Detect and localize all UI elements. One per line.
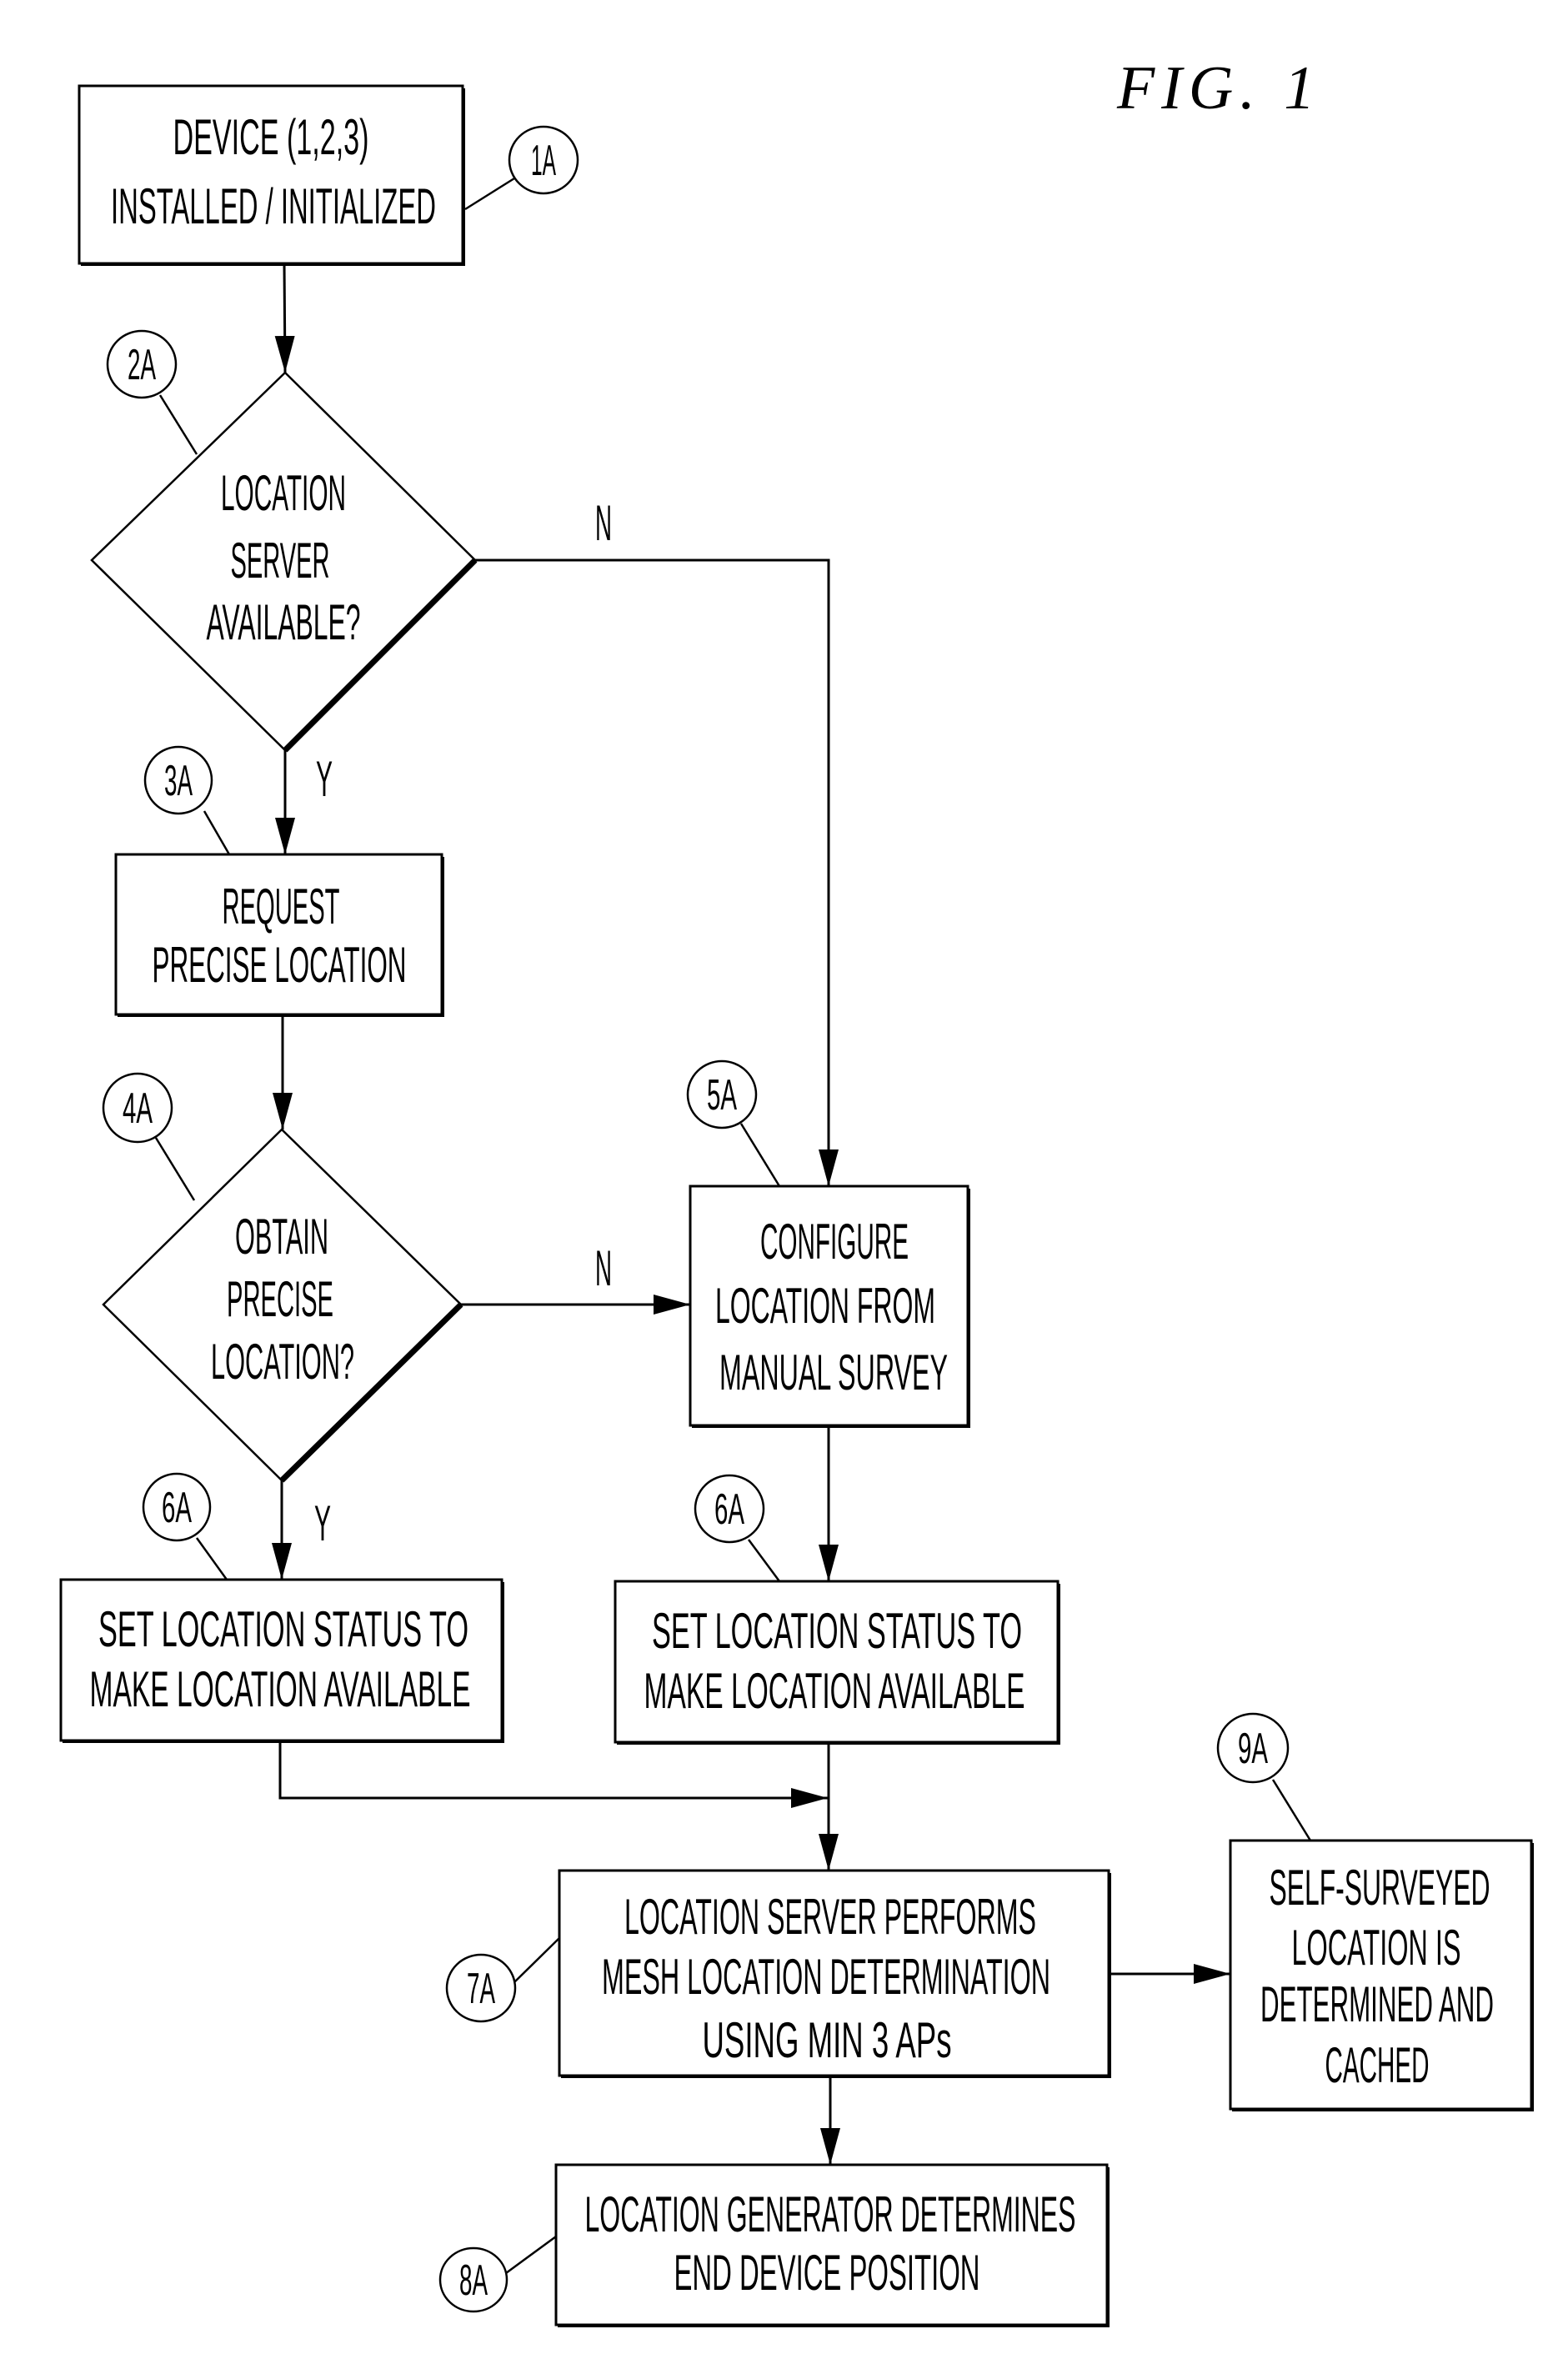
node-3-line-1: REQUEST (223, 879, 340, 934)
svg-text:6A: 6A (162, 1484, 192, 1532)
node-9-line-3: DETERMINED AND (1260, 1976, 1494, 2032)
ref-bubble-3a: 3A (143, 745, 231, 855)
node-4-line-1: OBTAIN (235, 1209, 328, 1265)
node-9-line-2: LOCATION IS (1292, 1920, 1461, 1976)
decision-location-server-available: LOCATION SERVER AVAILABLE? (90, 371, 478, 753)
node-7-line-2: MESH LOCATION DETERMINATION (602, 1949, 1050, 2005)
node-4-line-2: PRECISE (227, 1271, 333, 1327)
ref-bubble-4a: 4A (102, 1072, 196, 1201)
node-9-line-4: CACHED (1325, 2037, 1430, 2093)
node-4-line-3: LOCATION? (211, 1334, 354, 1390)
svg-text:1A: 1A (531, 137, 556, 185)
ref-bubble-8a: 8A (438, 2235, 557, 2313)
arrow-1-to-2 (274, 263, 295, 373)
node-8-line-2: END DEVICE POSITION (674, 2245, 980, 2301)
process-request-precise-location: REQUEST PRECISE LOCATION (114, 853, 444, 1017)
node-5-line-3: MANUAL SURVEY (719, 1345, 948, 1400)
node-2-line-2: SERVER (231, 533, 330, 588)
node-6b-line-2: MAKE LOCATION AVAILABLE (644, 1663, 1025, 1719)
process-set-location-status-left: SET LOCATION STATUS TO MAKE LOCATION AVA… (59, 1578, 504, 1743)
node-3-line-2: PRECISE LOCATION (153, 937, 407, 993)
flowchart: FIG. 1 N Y N Y DEVICE (1,2,3) INSTALLED … (59, 54, 1534, 2327)
arrow-6a-merge (278, 1740, 828, 1808)
svg-text:4A: 4A (123, 1084, 153, 1133)
ref-bubble-5a: 5A (686, 1059, 781, 1187)
ref-bubble-2a: 2A (106, 329, 198, 455)
svg-text:8A: 8A (459, 2256, 488, 2305)
process-set-location-status-right: SET LOCATION STATUS TO MAKE LOCATION AVA… (614, 1580, 1060, 1745)
process-location-generator-end-device-position: LOCATION GENERATOR DETERMINES END DEVICE… (554, 2163, 1110, 2327)
node-8-line-1: LOCATION GENERATOR DETERMINES (585, 2186, 1076, 2242)
branch-label-2-no: N (595, 495, 612, 551)
branch-label-4-yes: Y (314, 1495, 331, 1551)
node-1-line-2: INSTALLED / INITIALIZED (111, 178, 436, 234)
process-configure-location-manual-survey: CONFIGURE LOCATION FROM MANUAL SURVEY (689, 1185, 970, 1428)
process-mesh-location-determination: LOCATION SERVER PERFORMS MESH LOCATION D… (558, 1869, 1111, 2078)
node-6a-line-2: MAKE LOCATION AVAILABLE (90, 1661, 471, 1717)
svg-text:3A: 3A (164, 757, 193, 805)
arrow-2-no-to-5 (475, 558, 839, 1186)
figure-title: FIG. 1 (1116, 54, 1321, 123)
node-6a-line-1: SET LOCATION STATUS TO (98, 1601, 468, 1657)
svg-text:2A: 2A (128, 341, 156, 389)
ref-bubble-7a: 7A (445, 1937, 560, 2023)
svg-text:5A: 5A (707, 1071, 737, 1119)
process-device-installed: DEVICE (1,2,3) INSTALLED / INITIALIZED (78, 84, 465, 266)
svg-text:6A: 6A (714, 1485, 744, 1534)
svg-text:7A: 7A (467, 1965, 495, 2013)
ref-bubble-6a-right: 6A (694, 1474, 781, 1582)
svg-text:9A: 9A (1238, 1725, 1268, 1773)
node-9-line-1: SELF-SURVEYED (1270, 1860, 1490, 1916)
node-2-line-1: LOCATION (221, 465, 346, 521)
node-5-line-1: CONFIGURE (760, 1214, 909, 1270)
branch-label-4-no: N (595, 1240, 612, 1296)
node-7-line-3: USING MIN 3 APs (703, 2012, 952, 2068)
node-1-line-1: DEVICE (1,2,3) (173, 109, 369, 165)
ref-bubble-9a: 9A (1216, 1712, 1312, 1841)
ref-bubble-1a: 1A (464, 125, 579, 211)
decision-obtain-precise-location: OBTAIN PRECISE LOCATION? (102, 1128, 463, 1483)
process-self-surveyed-location-cached: SELF-SURVEYED LOCATION IS DETERMINED AND… (1229, 1839, 1534, 2111)
ref-bubble-6a-left: 6A (142, 1472, 228, 1580)
node-2-line-3: AVAILABLE? (207, 594, 361, 650)
node-5-line-2: LOCATION FROM (715, 1278, 935, 1334)
node-6b-line-1: SET LOCATION STATUS TO (652, 1603, 1022, 1659)
branch-label-2-yes: Y (316, 751, 333, 807)
node-7-line-1: LOCATION SERVER PERFORMS (624, 1889, 1036, 1945)
